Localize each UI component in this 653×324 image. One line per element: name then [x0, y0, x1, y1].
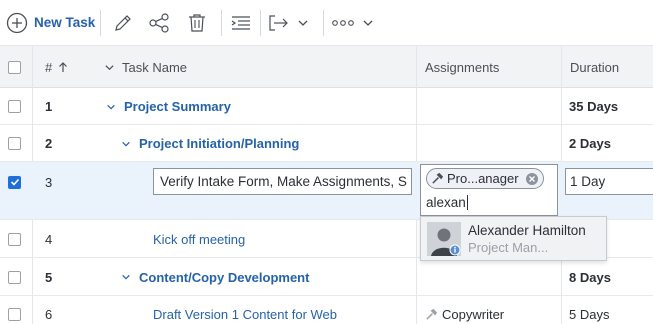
task-name: Project Initiation/Planning	[139, 136, 300, 151]
assignment-typed-value: alexan	[426, 195, 466, 210]
toolbar-divider	[260, 9, 262, 36]
row-checkbox[interactable]	[8, 296, 21, 324]
task-name-cell[interactable]: Project Summary	[106, 88, 231, 125]
select-all-checkbox[interactable]	[8, 46, 22, 88]
assignment-pill-label: Pro...anager	[447, 171, 519, 186]
toolbar-divider	[323, 9, 325, 36]
toolbar: New Task	[0, 0, 653, 46]
assignment-input-box[interactable]: Pro...anager alexan	[420, 164, 558, 216]
edit-button[interactable]	[111, 11, 135, 35]
avatar	[427, 222, 461, 256]
suggestion-name: Alexander Hamilton	[468, 223, 586, 238]
assignment-search-text[interactable]: alexan	[426, 195, 468, 210]
hammer-icon	[426, 308, 438, 320]
toolbar-divider	[221, 9, 223, 36]
row-checkbox-checked[interactable]	[8, 162, 21, 202]
task-name-input[interactable]: Verify Intake Form, Make Assignments, S	[153, 168, 412, 195]
assignee-suggestion[interactable]: Alexander Hamilton Project Man...	[420, 216, 607, 261]
chevron-down-icon[interactable]	[121, 139, 131, 149]
more-button[interactable]	[330, 11, 356, 35]
row-number: 1	[45, 99, 53, 114]
task-name: Draft Version 1 Content for Web	[153, 306, 338, 322]
more-dots-icon	[332, 19, 355, 26]
outdent-arrow-icon	[269, 14, 289, 31]
chevron-down-icon	[363, 20, 373, 26]
column-header-number[interactable]: #	[45, 46, 69, 88]
duration-value: 2 Days	[569, 136, 611, 151]
toolbar-divider	[100, 9, 102, 36]
checkmark-icon	[10, 178, 19, 186]
more-menu-toggle[interactable]	[360, 11, 376, 35]
chevron-down-icon[interactable]	[121, 272, 131, 282]
assignment-role: Copywriter	[442, 306, 505, 322]
column-task-name-label: Task Name	[122, 59, 188, 75]
text-caret	[466, 195, 468, 210]
table-row-selected[interactable]: 3 Verify Intake Form, Make Assignments, …	[0, 162, 653, 220]
chevron-down-icon[interactable]	[106, 102, 116, 112]
delete-button[interactable]	[185, 11, 209, 35]
column-duration-label: Duration	[570, 59, 620, 75]
assignment-pill[interactable]: Pro...anager	[426, 168, 544, 189]
suggestion-role: Project Man...	[468, 240, 549, 255]
column-header-task-name[interactable]: Task Name	[104, 46, 187, 88]
task-name: Content/Copy Development	[139, 269, 310, 285]
row-checkbox[interactable]	[8, 88, 21, 125]
duration-value: 35 Days	[569, 99, 619, 114]
duration-value: 5 Days	[569, 306, 610, 322]
sort-ascending-icon	[59, 62, 68, 72]
new-task-label: New Task	[34, 15, 96, 30]
share-icon	[149, 12, 169, 33]
table-row[interactable]: 5 Content/Copy Development 8 Days	[0, 258, 653, 296]
task-name-cell[interactable]: Content/Copy Development	[121, 258, 309, 296]
chevron-down-icon	[298, 20, 308, 26]
remove-circle-icon[interactable]	[525, 172, 539, 186]
column-number-label: #	[45, 59, 53, 75]
assignment-cell[interactable]: Copywriter	[425, 296, 504, 324]
trash-icon	[189, 13, 206, 32]
table-row[interactable]: 1 Project Summary 35 Days	[0, 88, 653, 125]
duration-value: 8 Days	[569, 269, 611, 285]
new-task-button[interactable]: New Task	[6, 9, 95, 37]
duration-input[interactable]: 1 Day	[565, 168, 653, 195]
grid-header: # Task Name Assignments Duration	[0, 46, 653, 88]
plus-circle-icon	[6, 12, 28, 33]
column-header-duration[interactable]: Duration	[570, 46, 619, 88]
row-checkbox[interactable]	[8, 220, 21, 258]
row-number: 2	[45, 136, 53, 151]
hammer-icon	[432, 172, 444, 184]
pencil-icon	[115, 14, 132, 31]
indent-button[interactable]	[228, 11, 254, 35]
task-name-cell[interactable]: Kick off meeting	[153, 220, 245, 258]
row-checkbox[interactable]	[8, 258, 21, 296]
row-number: 4	[45, 231, 53, 247]
indent-icon	[231, 15, 251, 30]
task-name: Kick off meeting	[153, 231, 246, 247]
chevron-down-icon	[105, 64, 114, 70]
table-row[interactable]: 6 Draft Version 1 Content for Web Copywr…	[0, 296, 653, 324]
row-number: 6	[45, 306, 53, 322]
row-number: 5	[45, 269, 53, 285]
column-assignments-label: Assignments	[425, 59, 500, 75]
share-button[interactable]	[147, 11, 171, 35]
task-name: Project Summary	[124, 99, 231, 114]
task-name-cell[interactable]: Project Initiation/Planning	[121, 125, 299, 162]
column-header-assignments[interactable]: Assignments	[425, 46, 499, 88]
outdent-menu-toggle[interactable]	[295, 11, 311, 35]
table-row[interactable]: 2 Project Initiation/Planning 2 Days	[0, 125, 653, 162]
outdent-button[interactable]	[265, 11, 291, 35]
row-checkbox[interactable]	[8, 125, 21, 162]
row-number: 3	[45, 174, 53, 190]
task-name-cell[interactable]: Draft Version 1 Content for Web	[153, 296, 337, 324]
